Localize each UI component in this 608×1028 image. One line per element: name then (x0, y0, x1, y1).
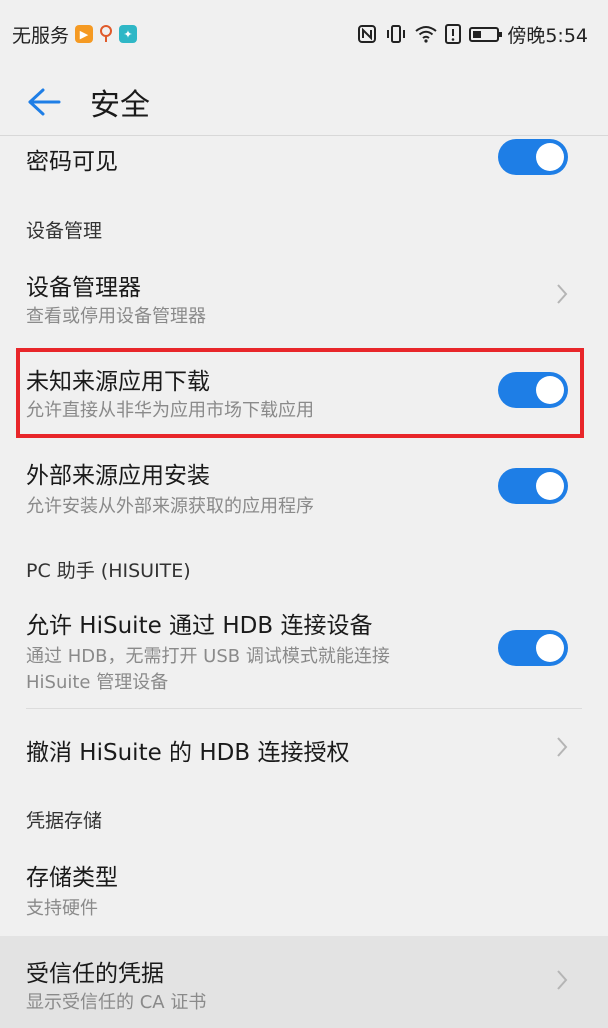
battery-icon (469, 26, 503, 42)
toggle-knob (536, 634, 564, 662)
clock-text: 傍晚5:54 (507, 24, 588, 47)
chevron-right-icon (557, 284, 568, 304)
storage-type-subtitle: 支持硬件 (26, 898, 98, 919)
chevron-right-icon (557, 970, 568, 990)
hisuite-allow-title: 允许 HiSuite 通过 HDB 连接设备 (26, 613, 373, 639)
notification-orange-icon: ▶ (75, 25, 94, 43)
hisuite-allow-subtitle-line2: HiSuite 管理设备 (26, 672, 169, 693)
external-sources-subtitle: 允许安装从外部来源获取的应用程序 (26, 496, 314, 517)
storage-type-title: 存储类型 (26, 865, 118, 891)
device-admin-subtitle: 查看或停用设备管理器 (26, 306, 206, 327)
device-admin-title: 设备管理器 (26, 275, 141, 301)
section-device-management: 设备管理 (26, 220, 103, 242)
section-pc-assistant: PC 助手 (HISUITE) (26, 560, 191, 582)
password-visible-title: 密码可见 (26, 149, 118, 175)
status-bar: 无服务 ▶ ✦ 傍晚5:54 (0, 0, 608, 68)
status-bar-left: 无服务 ▶ ✦ (12, 21, 138, 48)
hisuite-allow-row[interactable]: 允许 HiSuite 通过 HDB 连接设备 通过 HDB，无需打开 USB 调… (0, 596, 608, 708)
carrier-text: 无服务 (12, 24, 70, 47)
trusted-credentials-subtitle: 显示受信任的 CA 证书 (26, 992, 207, 1013)
external-sources-title: 外部来源应用安装 (26, 463, 210, 489)
nfc-icon (358, 25, 377, 43)
hisuite-revoke-title: 撤消 HiSuite 的 HDB 连接授权 (26, 740, 350, 766)
hisuite-allow-toggle[interactable] (498, 630, 568, 666)
toggle-knob (536, 472, 564, 500)
chevron-right-icon (557, 737, 568, 757)
trusted-credentials-title: 受信任的凭据 (26, 961, 164, 987)
external-sources-toggle[interactable] (498, 468, 568, 504)
section-credential-storage: 凭据存储 (26, 810, 103, 832)
back-arrow-icon (28, 88, 61, 115)
hisuite-revoke-row[interactable]: 撤消 HiSuite 的 HDB 连接授权 (0, 709, 608, 785)
status-bar-right: 傍晚5:54 (357, 21, 588, 48)
device-admin-row[interactable]: 设备管理器 查看或停用设备管理器 (0, 250, 608, 340)
hisuite-allow-subtitle-line1: 通过 HDB，无需打开 USB 调试模式就能连接 (26, 646, 390, 667)
highlight-box (16, 348, 584, 438)
password-visible-toggle[interactable] (498, 139, 568, 175)
app-bar: 安全 (0, 68, 608, 136)
alert-icon (445, 24, 462, 44)
app-teal-icon: ✦ (119, 25, 138, 43)
password-visible-row[interactable]: 密码可见 (0, 136, 608, 196)
page-title: 安全 (90, 87, 150, 123)
toggle-knob (536, 143, 564, 171)
back-button[interactable] (14, 72, 74, 132)
storage-type-row[interactable]: 存储类型 支持硬件 (0, 842, 608, 934)
vibrate-icon (387, 25, 406, 43)
external-sources-row[interactable]: 外部来源应用安装 允许安装从外部来源获取的应用程序 (0, 442, 608, 532)
trusted-credentials-row[interactable]: 受信任的凭据 显示受信任的 CA 证书 (0, 936, 608, 1028)
wifi-icon (415, 26, 437, 43)
location-pin-icon (100, 25, 113, 42)
